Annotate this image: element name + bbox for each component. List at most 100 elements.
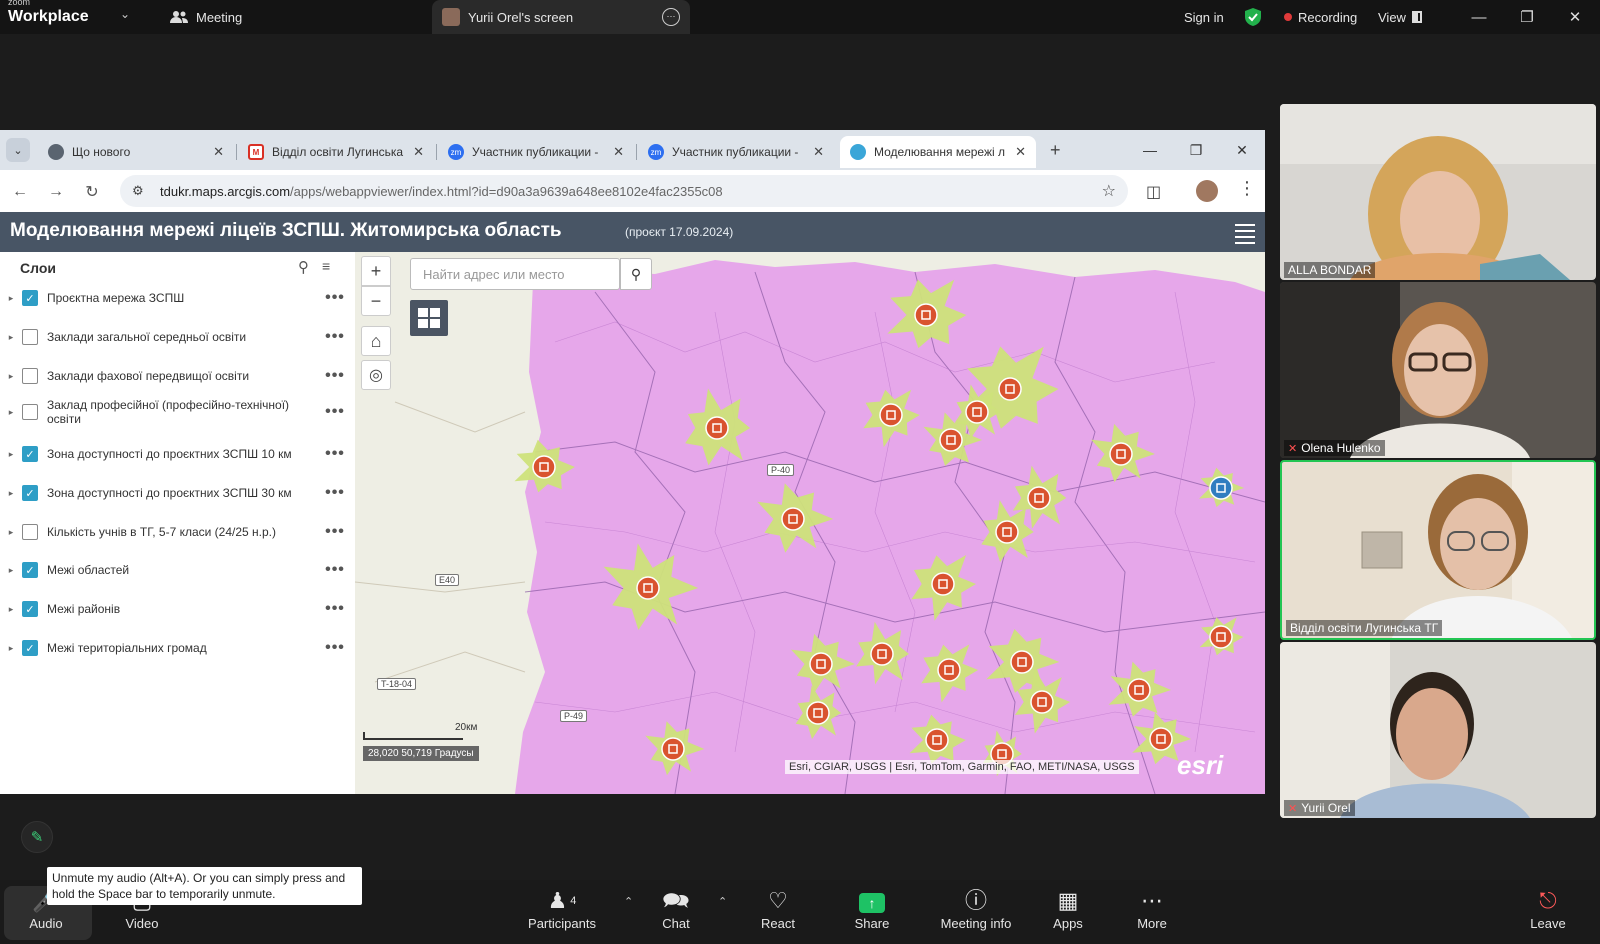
expand-icon[interactable]: ▸ xyxy=(0,488,22,499)
chevron-up-icon[interactable]: ⌃ xyxy=(624,895,633,908)
avatar[interactable] xyxy=(1196,180,1218,202)
layer-checkbox[interactable]: ✓ xyxy=(22,446,38,462)
expand-icon[interactable]: ▸ xyxy=(0,643,22,654)
more-button[interactable]: ⋯ More xyxy=(1112,886,1192,942)
layer-options-icon[interactable]: ••• xyxy=(315,523,355,541)
url-input[interactable]: ⚙ tdukr.maps.arcgis.com/apps/webappviewe… xyxy=(120,175,1128,207)
school-marker-icon[interactable] xyxy=(1127,678,1151,702)
back-icon[interactable]: ← xyxy=(8,180,32,204)
layer-checkbox[interactable]: ✓ xyxy=(22,562,38,578)
restore-icon[interactable]: ❐ xyxy=(1504,0,1550,34)
shared-screen-tab[interactable]: Yurii Orel's screen ··· xyxy=(432,0,690,34)
restore-icon[interactable]: ❐ xyxy=(1176,136,1216,164)
layer-checkbox[interactable]: ✓ xyxy=(22,290,38,306)
extensions-icon[interactable]: ◫ xyxy=(1146,182,1161,202)
school-marker-icon[interactable] xyxy=(1030,690,1054,714)
address-search-input[interactable]: Найти адрес или место xyxy=(410,258,620,290)
school-marker-icon[interactable] xyxy=(925,728,949,752)
layer-row[interactable]: ▸ Заклади фахової передвищої освіти ••• xyxy=(0,358,355,394)
chat-button[interactable]: 🗪 Chat xyxy=(636,886,716,942)
expand-icon[interactable]: ▸ xyxy=(0,565,22,576)
school-marker-icon[interactable] xyxy=(1027,486,1051,510)
school-marker-icon[interactable] xyxy=(1109,442,1133,466)
recording-indicator[interactable]: Recording xyxy=(1284,0,1357,34)
layer-row[interactable]: ▸ ✓ Зона доступності до проєктних ЗСПШ 30 … xyxy=(0,475,355,511)
school-marker-icon[interactable] xyxy=(914,303,938,327)
react-button[interactable]: ♡ React xyxy=(738,886,818,942)
browser-tab[interactable]: zm Участник публикации - ✕ xyxy=(438,136,634,168)
close-icon[interactable]: ✕ xyxy=(1222,136,1262,164)
expand-icon[interactable]: ▸ xyxy=(0,407,22,418)
leave-button[interactable]: ⎋ Leave xyxy=(1508,886,1588,942)
school-marker-icon[interactable] xyxy=(1209,476,1233,500)
layer-checkbox[interactable]: ✓ xyxy=(22,601,38,617)
annotate-pencil-icon[interactable]: ✎ xyxy=(21,821,53,853)
participant-video-tile[interactable]: ✕ Olena Hulenko xyxy=(1280,282,1596,458)
reload-icon[interactable]: ↻ xyxy=(80,180,104,204)
expand-icon[interactable]: ▸ xyxy=(0,449,22,460)
layer-options-icon[interactable]: ••• xyxy=(315,445,355,463)
list-menu-icon[interactable] xyxy=(1229,220,1255,244)
school-marker-icon[interactable] xyxy=(636,576,660,600)
participant-video-tile-active[interactable]: Відділ освіти Лугинська ТГ xyxy=(1280,460,1596,640)
layer-checkbox[interactable] xyxy=(22,524,38,540)
expand-icon[interactable]: ▸ xyxy=(0,293,22,304)
layer-row[interactable]: ▸ Заклад професійної (професійно-технічно… xyxy=(0,394,355,430)
site-settings-icon[interactable]: ⚙ xyxy=(132,183,152,199)
layer-checkbox[interactable]: ✓ xyxy=(22,485,38,501)
menu-kebab-icon[interactable]: ⋮ xyxy=(1238,178,1256,199)
layer-options-icon[interactable]: ••• xyxy=(315,639,355,657)
close-tab-icon[interactable]: ✕ xyxy=(413,144,424,160)
school-marker-icon[interactable] xyxy=(965,400,989,424)
school-marker-icon[interactable] xyxy=(806,701,830,725)
school-marker-icon[interactable] xyxy=(939,428,963,452)
layer-options-icon[interactable]: ••• xyxy=(315,561,355,579)
layer-checkbox[interactable] xyxy=(22,404,38,420)
new-tab-icon[interactable]: + xyxy=(1050,140,1061,161)
tab-search-icon[interactable]: ⌄ xyxy=(6,138,30,162)
school-marker-icon[interactable] xyxy=(1149,727,1173,751)
sign-in-button[interactable]: Sign in xyxy=(1184,0,1224,34)
school-marker-icon[interactable] xyxy=(1010,650,1034,674)
view-button[interactable]: View xyxy=(1378,0,1422,34)
basemap-gallery-icon[interactable] xyxy=(410,300,448,336)
layer-row[interactable]: ▸ ✓ Межі територіальних громад ••• xyxy=(0,630,355,666)
school-marker-icon[interactable] xyxy=(1209,625,1233,649)
zoom-in-button[interactable]: + xyxy=(361,256,391,286)
layer-checkbox[interactable] xyxy=(22,368,38,384)
zoom-out-button[interactable]: − xyxy=(361,286,391,316)
share-button[interactable]: ↑ Share xyxy=(832,886,912,942)
close-icon[interactable]: ✕ xyxy=(1552,0,1598,34)
participants-button[interactable]: ♟ 4 Participants xyxy=(522,886,602,942)
browser-tab[interactable]: Що нового ✕ xyxy=(38,136,234,168)
expand-icon[interactable]: ▸ xyxy=(0,332,22,343)
minimize-icon[interactable]: — xyxy=(1130,136,1170,164)
expand-icon[interactable]: ▸ xyxy=(0,604,22,615)
layer-checkbox[interactable] xyxy=(22,329,38,345)
chevron-up-icon[interactable]: ⌃ xyxy=(718,895,727,908)
more-options-icon[interactable]: ··· xyxy=(662,8,680,26)
layer-options-icon[interactable]: ••• xyxy=(315,403,355,421)
school-marker-icon[interactable] xyxy=(870,642,894,666)
school-marker-icon[interactable] xyxy=(931,572,955,596)
school-marker-icon[interactable] xyxy=(705,416,729,440)
locate-icon[interactable]: ◎ xyxy=(361,360,391,390)
layer-row[interactable]: ▸ ✓ Межі областей ••• xyxy=(0,552,355,588)
layer-row[interactable]: ▸ Заклади загальної середньої освіти ••• xyxy=(0,319,355,355)
layer-options-icon[interactable]: ••• xyxy=(315,289,355,307)
map-view[interactable]: + − ⌂ ◎ Найти адрес или место ⚲ E40 T-18… xyxy=(355,252,1265,794)
map-canvas[interactable] xyxy=(355,252,1265,794)
search-icon[interactable]: ⚲ xyxy=(620,258,652,290)
close-tab-icon[interactable]: ✕ xyxy=(813,144,824,160)
school-marker-icon[interactable] xyxy=(661,737,685,761)
close-tab-icon[interactable]: ✕ xyxy=(1015,144,1026,160)
layer-row[interactable]: ▸ ✓ Проєктна мережа ЗСПШ ••• xyxy=(0,280,355,316)
expand-icon[interactable]: ▸ xyxy=(0,371,22,382)
close-tab-icon[interactable]: ✕ xyxy=(213,144,224,160)
expand-icon[interactable]: ▸ xyxy=(0,527,22,538)
school-marker-icon[interactable] xyxy=(995,520,1019,544)
close-tab-icon[interactable]: ✕ xyxy=(613,144,624,160)
school-marker-icon[interactable] xyxy=(998,377,1022,401)
meeting-info-button[interactable]: ⓘ Meeting info xyxy=(928,886,1024,942)
filter-icon[interactable]: ≡ xyxy=(322,258,330,274)
